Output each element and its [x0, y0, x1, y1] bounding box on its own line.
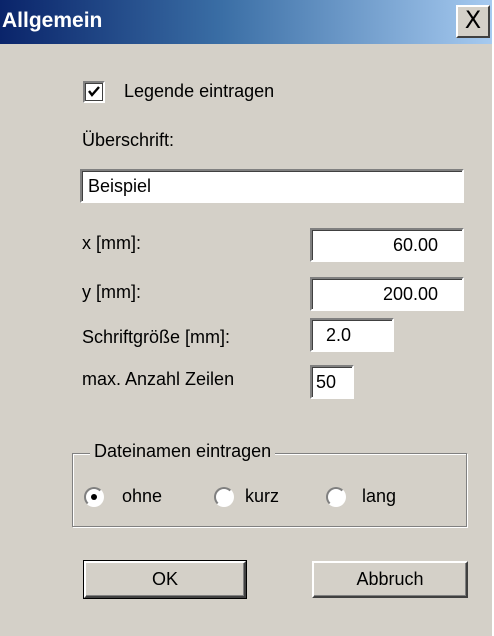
- font-size-label: Schriftgröße [mm]:: [82, 327, 231, 347]
- radio-kurz-label[interactable]: kurz: [245, 486, 279, 507]
- radio-ohne-label[interactable]: ohne: [122, 486, 162, 507]
- radio-lang[interactable]: [326, 487, 346, 507]
- cancel-button[interactable]: Abbruch: [312, 561, 468, 598]
- heading-label: Überschrift:: [82, 130, 175, 150]
- title-bar[interactable]: Allgemein X: [0, 0, 492, 44]
- max-lines-label: max. Anzahl Zeilen: [82, 369, 235, 389]
- window-title: Allgemein: [2, 9, 103, 32]
- radio-ohne[interactable]: [84, 487, 104, 507]
- radio-selected-dot: [91, 494, 97, 500]
- radio-kurz[interactable]: [214, 487, 234, 507]
- legend-checkbox[interactable]: [83, 81, 105, 103]
- checkmark-icon: [88, 86, 100, 97]
- dialog-window: Allgemein X Legende eintragen Überschrif…: [0, 0, 494, 636]
- y-label: y [mm]:: [82, 282, 141, 302]
- font-size-input[interactable]: 2.0: [310, 318, 394, 352]
- filename-group-title: Dateinamen eintragen: [90, 441, 276, 462]
- radio-lang-label[interactable]: lang: [362, 486, 396, 507]
- max-lines-input[interactable]: 50: [310, 365, 354, 399]
- x-label: x [mm]:: [82, 233, 141, 253]
- close-button[interactable]: X: [456, 5, 490, 38]
- y-input[interactable]: 200.00: [310, 277, 464, 311]
- close-icon: X: [464, 6, 482, 34]
- x-input[interactable]: 60.00: [310, 228, 464, 262]
- heading-input[interactable]: Beispiel: [80, 169, 464, 203]
- legend-checkbox-label[interactable]: Legende eintragen: [124, 81, 274, 102]
- ok-button[interactable]: OK: [83, 560, 247, 599]
